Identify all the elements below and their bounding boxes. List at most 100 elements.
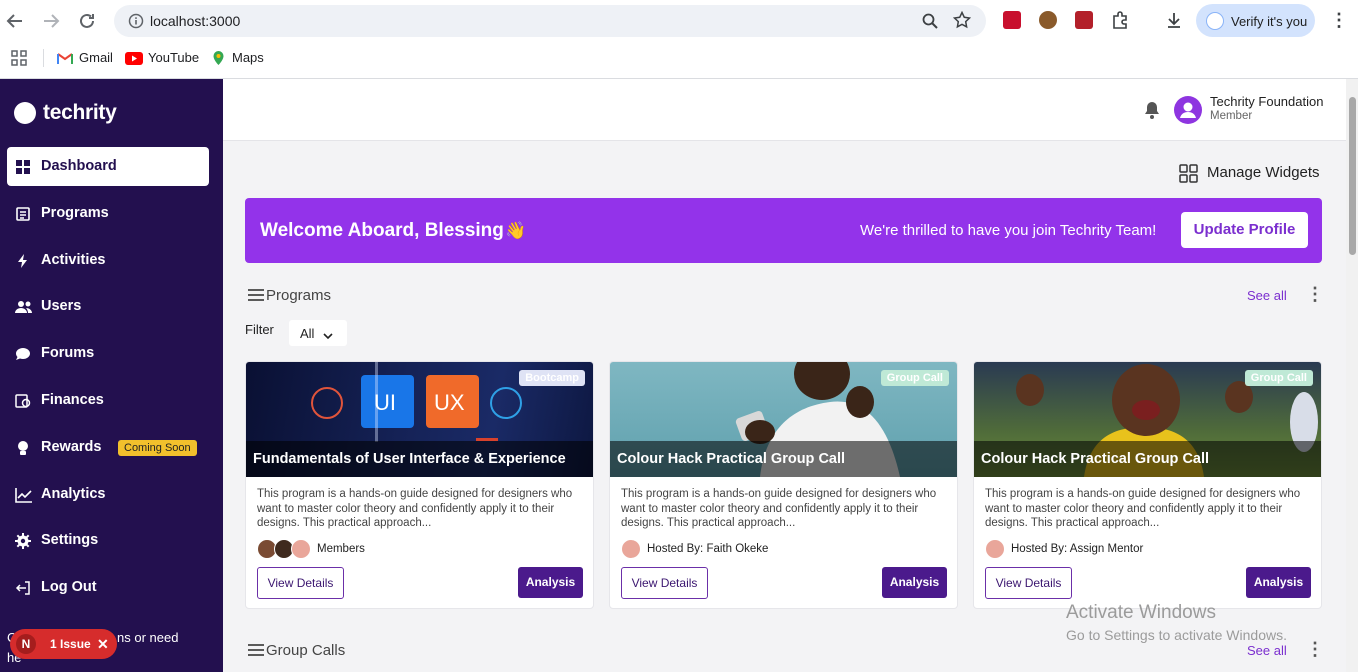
view-details-button[interactable]: View Details xyxy=(985,567,1072,599)
chat-icon xyxy=(15,346,31,362)
manage-widgets-button[interactable]: Manage Widgets xyxy=(1207,164,1320,181)
wave-emoji: 👋 xyxy=(505,221,527,240)
bookmark-youtube[interactable]: YouTube xyxy=(148,50,199,65)
sidebar-item-programs[interactable]: Programs xyxy=(7,194,209,233)
bookmark-star-icon[interactable] xyxy=(952,10,972,34)
view-details-button[interactable]: View Details xyxy=(257,567,344,599)
sidebar-item-settings[interactable]: Settings xyxy=(7,521,209,560)
program-title: Fundamentals of User Interface & Experie… xyxy=(253,451,566,467)
sidebar-item-activities[interactable]: Activities xyxy=(7,241,209,280)
chrome-menu-icon[interactable]: ⋮ xyxy=(1330,10,1348,31)
logo-icon xyxy=(14,102,36,124)
book-icon xyxy=(15,206,31,222)
member-avatars xyxy=(257,539,311,559)
program-type-badge: Group Call xyxy=(880,370,949,386)
activate-windows-subtitle: Go to Settings to activate Windows. xyxy=(1066,627,1287,643)
org-name: Techrity Foundation xyxy=(1210,94,1324,109)
youtube-icon xyxy=(125,52,143,65)
sidebar-item-finances[interactable]: Finances xyxy=(7,381,209,420)
program-card[interactable]: Colour Hack Practical Group Call Group C… xyxy=(609,361,958,609)
issue-avatar: N xyxy=(16,634,36,654)
program-type-badge: Group Call xyxy=(1244,370,1313,386)
avatar[interactable] xyxy=(1174,96,1202,124)
sidebar-item-label: Finances xyxy=(41,392,104,408)
sidebar-item-label: Programs xyxy=(41,205,109,221)
users-icon xyxy=(15,299,32,315)
issue-label: 1 Issue xyxy=(50,637,91,651)
sidebar-item-label: Log Out xyxy=(41,579,97,595)
extension-icon[interactable] xyxy=(1075,11,1093,29)
coming-soon-badge: Coming Soon xyxy=(118,440,197,456)
sidebar-item-analytics[interactable]: Analytics xyxy=(7,475,209,514)
program-card[interactable]: Colour Hack Practical Group Call Group C… xyxy=(973,361,1322,609)
scrollbar-thumb[interactable] xyxy=(1349,97,1356,255)
forward-icon[interactable] xyxy=(40,10,62,32)
host-avatar xyxy=(621,539,641,559)
back-icon[interactable] xyxy=(4,10,26,32)
more-options-icon[interactable]: ⋮ xyxy=(1306,639,1324,660)
chart-icon xyxy=(15,487,32,503)
bookmark-divider xyxy=(43,49,44,67)
sidebar-item-label: Dashboard xyxy=(41,158,117,174)
maps-icon xyxy=(211,50,226,71)
address-bar[interactable] xyxy=(114,5,986,37)
bookmark-gmail[interactable]: Gmail xyxy=(79,50,113,65)
sidebar-item-label: Analytics xyxy=(41,486,106,502)
activate-windows-title: Activate Windows xyxy=(1066,602,1216,623)
menu-lines-icon xyxy=(247,642,265,663)
view-details-button[interactable]: View Details xyxy=(621,567,708,599)
verify-button[interactable]: Verify it's you xyxy=(1196,4,1315,37)
program-type-badge: Bootcamp xyxy=(519,370,585,386)
host-label: Members xyxy=(317,543,365,555)
finance-icon xyxy=(15,393,31,409)
analysis-button[interactable]: Analysis xyxy=(882,567,947,598)
extension-icon[interactable] xyxy=(1003,11,1021,29)
sidebar-item-users[interactable]: Users xyxy=(7,287,209,326)
apps-grid-icon[interactable] xyxy=(11,50,27,71)
ux-label: UX xyxy=(434,390,465,415)
site-info-icon[interactable] xyxy=(128,13,144,34)
programs-section-title: Programs xyxy=(266,287,332,304)
program-description: This program is a hands-on guide designe… xyxy=(621,488,937,529)
user-role: Member xyxy=(1210,110,1253,122)
download-icon[interactable] xyxy=(1165,11,1183,34)
see-all-programs-link[interactable]: See all xyxy=(1247,288,1287,303)
widgets-icon[interactable] xyxy=(1179,164,1198,188)
more-options-icon[interactable]: ⋮ xyxy=(1306,284,1324,305)
profile-icon xyxy=(1206,12,1224,30)
close-icon[interactable]: ✕ xyxy=(97,636,109,653)
see-all-group-calls-link[interactable]: See all xyxy=(1247,643,1287,658)
analysis-button[interactable]: Analysis xyxy=(1246,567,1311,598)
sidebar-item-forums[interactable]: Forums xyxy=(7,334,209,373)
trophy-icon xyxy=(15,440,31,456)
chevron-down-icon xyxy=(323,328,333,343)
program-title: Colour Hack Practical Group Call xyxy=(981,451,1210,467)
sidebar-item-label: Activities xyxy=(41,252,106,268)
host-label: Hosted By: Assign Mentor xyxy=(1011,543,1144,555)
issue-badge[interactable]: N 1 Issue ✕ xyxy=(10,629,117,659)
update-profile-button[interactable]: Update Profile xyxy=(1181,212,1308,248)
sidebar-item-logout[interactable]: Log Out xyxy=(7,568,209,607)
filter-label: Filter xyxy=(245,322,274,337)
sidebar-item-label: Rewards xyxy=(41,439,102,455)
filter-select[interactable]: All xyxy=(289,320,347,346)
extensions-puzzle-icon[interactable] xyxy=(1111,11,1129,34)
bolt-icon xyxy=(15,253,31,269)
url-text[interactable]: localhost:3000 xyxy=(150,13,240,29)
program-host: Members xyxy=(257,539,365,559)
verify-label: Verify it's you xyxy=(1231,14,1308,29)
gmail-icon xyxy=(57,52,73,70)
analysis-button[interactable]: Analysis xyxy=(518,567,583,598)
sidebar-item-label: Users xyxy=(41,298,82,314)
sidebar-item-dashboard[interactable]: Dashboard xyxy=(7,147,209,186)
avatar xyxy=(291,539,311,559)
bell-icon[interactable] xyxy=(1143,100,1161,125)
program-description: This program is a hands-on guide designe… xyxy=(257,488,573,529)
brand-name: techrity xyxy=(43,101,117,124)
program-host: Hosted By: Assign Mentor xyxy=(985,539,1143,559)
program-card[interactable]: UI UX Fundamentals of User Interface & E… xyxy=(245,361,594,609)
cookie-extension-icon[interactable] xyxy=(1039,11,1057,29)
reload-icon[interactable] xyxy=(76,10,98,32)
bookmark-maps[interactable]: Maps xyxy=(232,50,264,65)
zoom-icon[interactable] xyxy=(921,12,939,35)
